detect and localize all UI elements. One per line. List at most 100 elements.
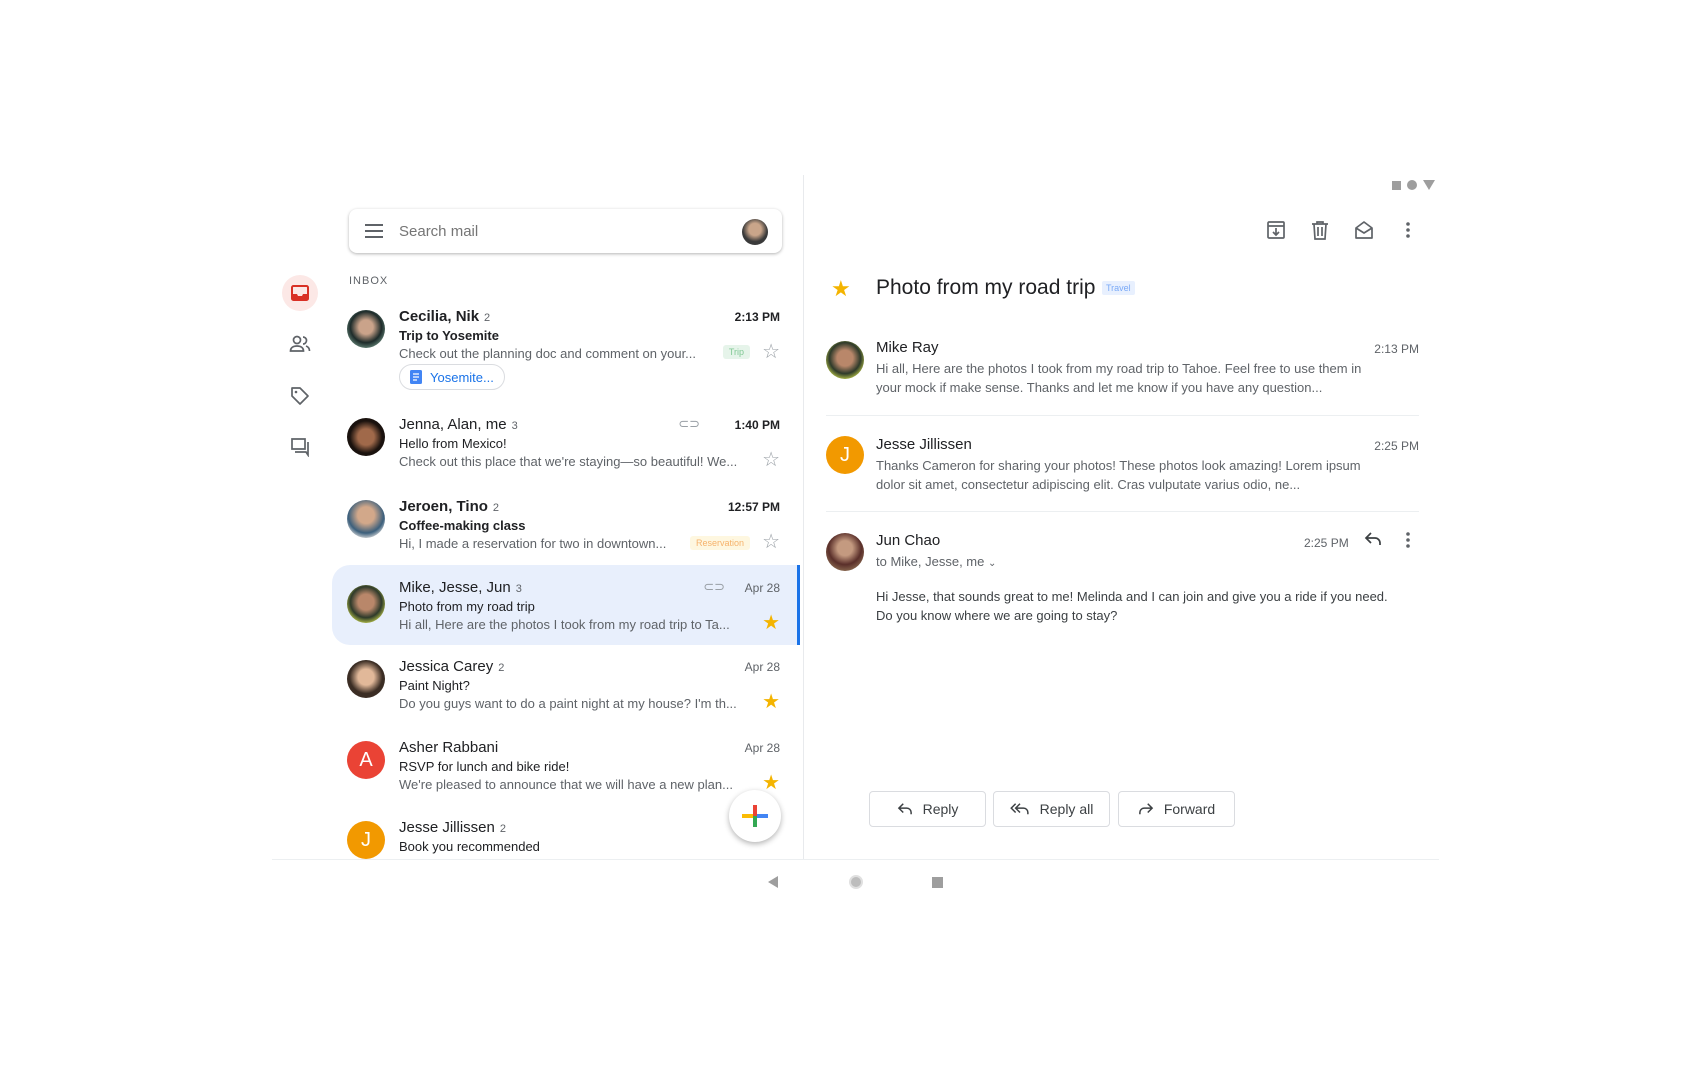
- status-bar: [1392, 180, 1435, 190]
- thread-star-icon[interactable]: ★: [831, 276, 851, 302]
- snippet: Check out this place that we're staying—…: [399, 454, 738, 469]
- search-input[interactable]: [399, 209, 719, 253]
- attachment-name: Yosemite...: [430, 369, 494, 385]
- time: 2:25 PM: [1374, 439, 1419, 453]
- avatar: [347, 418, 385, 456]
- attachment-icon: ⊂⊃: [678, 416, 700, 431]
- thread-subject: Photo from my road trip: [876, 276, 1096, 299]
- snippet: Check out the planning doc and comment o…: [399, 346, 697, 361]
- docs-icon: [410, 370, 422, 384]
- snippet: Hi, I made a reservation for two in down…: [399, 536, 667, 551]
- list-item[interactable]: Jessica Carey 2 Apr 28 Paint Night? Do yo…: [332, 650, 800, 730]
- reply-all-label: Reply all: [1039, 801, 1094, 817]
- list-item[interactable]: Cecilia, Nik 2 2:13 PM Trip to Yosemite C…: [332, 300, 800, 400]
- label-badge: Trip: [722, 345, 750, 359]
- nav-inbox[interactable]: [282, 275, 318, 311]
- time: 2:13 PM: [1374, 342, 1419, 356]
- message-body: Hi Jesse, that sounds great to me! Melin…: [876, 589, 1388, 623]
- trash-icon: [1312, 221, 1328, 240]
- divider: [826, 415, 1419, 416]
- sender: Mike Ray: [876, 339, 939, 356]
- subject: Photo from my road trip: [399, 599, 535, 614]
- time: 2:13 PM: [734, 310, 780, 324]
- attachment-chip[interactable]: Yosemite...: [399, 364, 505, 390]
- reply-icon: [1364, 532, 1381, 545]
- avatar: [347, 310, 385, 348]
- recents-icon[interactable]: [932, 877, 943, 888]
- avatar: J: [826, 436, 864, 474]
- wifi-icon: [1407, 180, 1417, 190]
- star-icon[interactable]: ★: [762, 692, 780, 712]
- thread-count: 2: [498, 662, 505, 674]
- signal-icon: [1392, 180, 1401, 190]
- subject: Coffee-making class: [399, 518, 526, 533]
- thread-count: 3: [511, 420, 518, 432]
- sender: Jun Chao: [876, 532, 941, 549]
- label-badge: Reservation: [689, 536, 750, 550]
- forward-button[interactable]: Forward: [1118, 791, 1235, 827]
- star-icon[interactable]: ☆: [762, 450, 780, 470]
- thread-count: 3: [515, 583, 522, 595]
- menu-icon[interactable]: [365, 223, 383, 239]
- message-more-button[interactable]: [1405, 531, 1411, 554]
- thread-label-badge: Travel: [1102, 281, 1135, 295]
- star-icon[interactable]: ★: [762, 613, 780, 633]
- search-bar: [349, 209, 782, 253]
- nav-labels[interactable]: [282, 378, 318, 414]
- recipients-dropdown[interactable]: to Mike, Jesse, me ⌄: [876, 554, 996, 569]
- list-item[interactable]: Jenna, Alan, me 3 ⊂⊃ 1:40 PM Hello from M…: [332, 410, 800, 490]
- section-label: INBOX: [349, 275, 389, 287]
- snippet: Hi all, Here are the photos I took from …: [876, 361, 1362, 395]
- message-collapsed[interactable]: Mike Ray 2:13 PM Hi all, Here are the ph…: [826, 335, 1419, 405]
- nav-bar-divider: [272, 859, 1439, 860]
- message-collapsed[interactable]: J Jesse Jillissen 2:25 PM Thanks Cameron…: [826, 430, 1419, 500]
- star-icon[interactable]: ☆: [762, 532, 780, 552]
- label-icon: [291, 387, 309, 405]
- forward-label: Forward: [1163, 801, 1216, 817]
- reply-button[interactable]: Reply: [869, 791, 986, 827]
- nav-people[interactable]: [282, 326, 318, 362]
- sender: Mike, Jesse, Jun: [399, 579, 511, 596]
- plus-icon: [742, 805, 768, 827]
- snippet: Hi all, Here are the photos I took from …: [399, 617, 730, 632]
- thread-count: 2: [492, 502, 500, 514]
- snippet: Do you guys want to do a paint night at …: [399, 696, 737, 711]
- archive-button[interactable]: [1264, 218, 1288, 242]
- sender: Jessica Carey: [399, 658, 494, 675]
- sender: Cecilia, Nik: [399, 308, 480, 325]
- star-icon[interactable]: ☆: [762, 342, 780, 362]
- time: 1:40 PM: [734, 418, 780, 432]
- nav-chat[interactable]: [282, 429, 318, 465]
- message-expanded: Jun Chao to Mike, Jesse, me ⌄ 2:25 PM Hi…: [826, 525, 1419, 625]
- delete-button[interactable]: [1308, 218, 1332, 242]
- list-item[interactable]: Jeroen, Tino 2 12:57 PM Coffee-making cla…: [332, 490, 800, 565]
- time: 12:57 PM: [727, 500, 780, 514]
- thread-count: 2: [499, 823, 506, 835]
- back-icon[interactable]: [768, 876, 778, 888]
- attachment-icon: ⊂⊃: [703, 579, 725, 594]
- time: 2:25 PM: [1304, 536, 1349, 550]
- avatar: [826, 533, 864, 571]
- compose-button[interactable]: [729, 790, 781, 842]
- pane-divider: [803, 175, 804, 859]
- reply-button-inline[interactable]: [1364, 531, 1382, 552]
- more-button[interactable]: [1396, 218, 1420, 242]
- thread-count: 2: [484, 312, 491, 324]
- time: Apr 28: [744, 581, 780, 595]
- recipients: to Mike, Jesse, me: [876, 554, 985, 569]
- time: Apr 28: [744, 741, 780, 755]
- avatar: A: [347, 741, 385, 779]
- divider: [826, 511, 1419, 512]
- reply-all-button[interactable]: Reply all: [993, 791, 1110, 827]
- mark-unread-button[interactable]: [1352, 218, 1376, 242]
- forward-icon: [1138, 803, 1153, 815]
- selection-indicator: [797, 565, 800, 645]
- avatar: J: [347, 821, 385, 859]
- sender: Asher Rabbani: [399, 739, 499, 756]
- reply-label: Reply: [922, 801, 959, 817]
- subject: Hello from Mexico!: [399, 436, 507, 451]
- subject: Trip to Yosemite: [399, 328, 499, 343]
- account-avatar[interactable]: [742, 219, 768, 245]
- home-icon[interactable]: [849, 875, 863, 889]
- list-item-selected[interactable]: Mike, Jesse, Jun 3 ⊂⊃ Apr 28 Photo from m…: [332, 565, 800, 645]
